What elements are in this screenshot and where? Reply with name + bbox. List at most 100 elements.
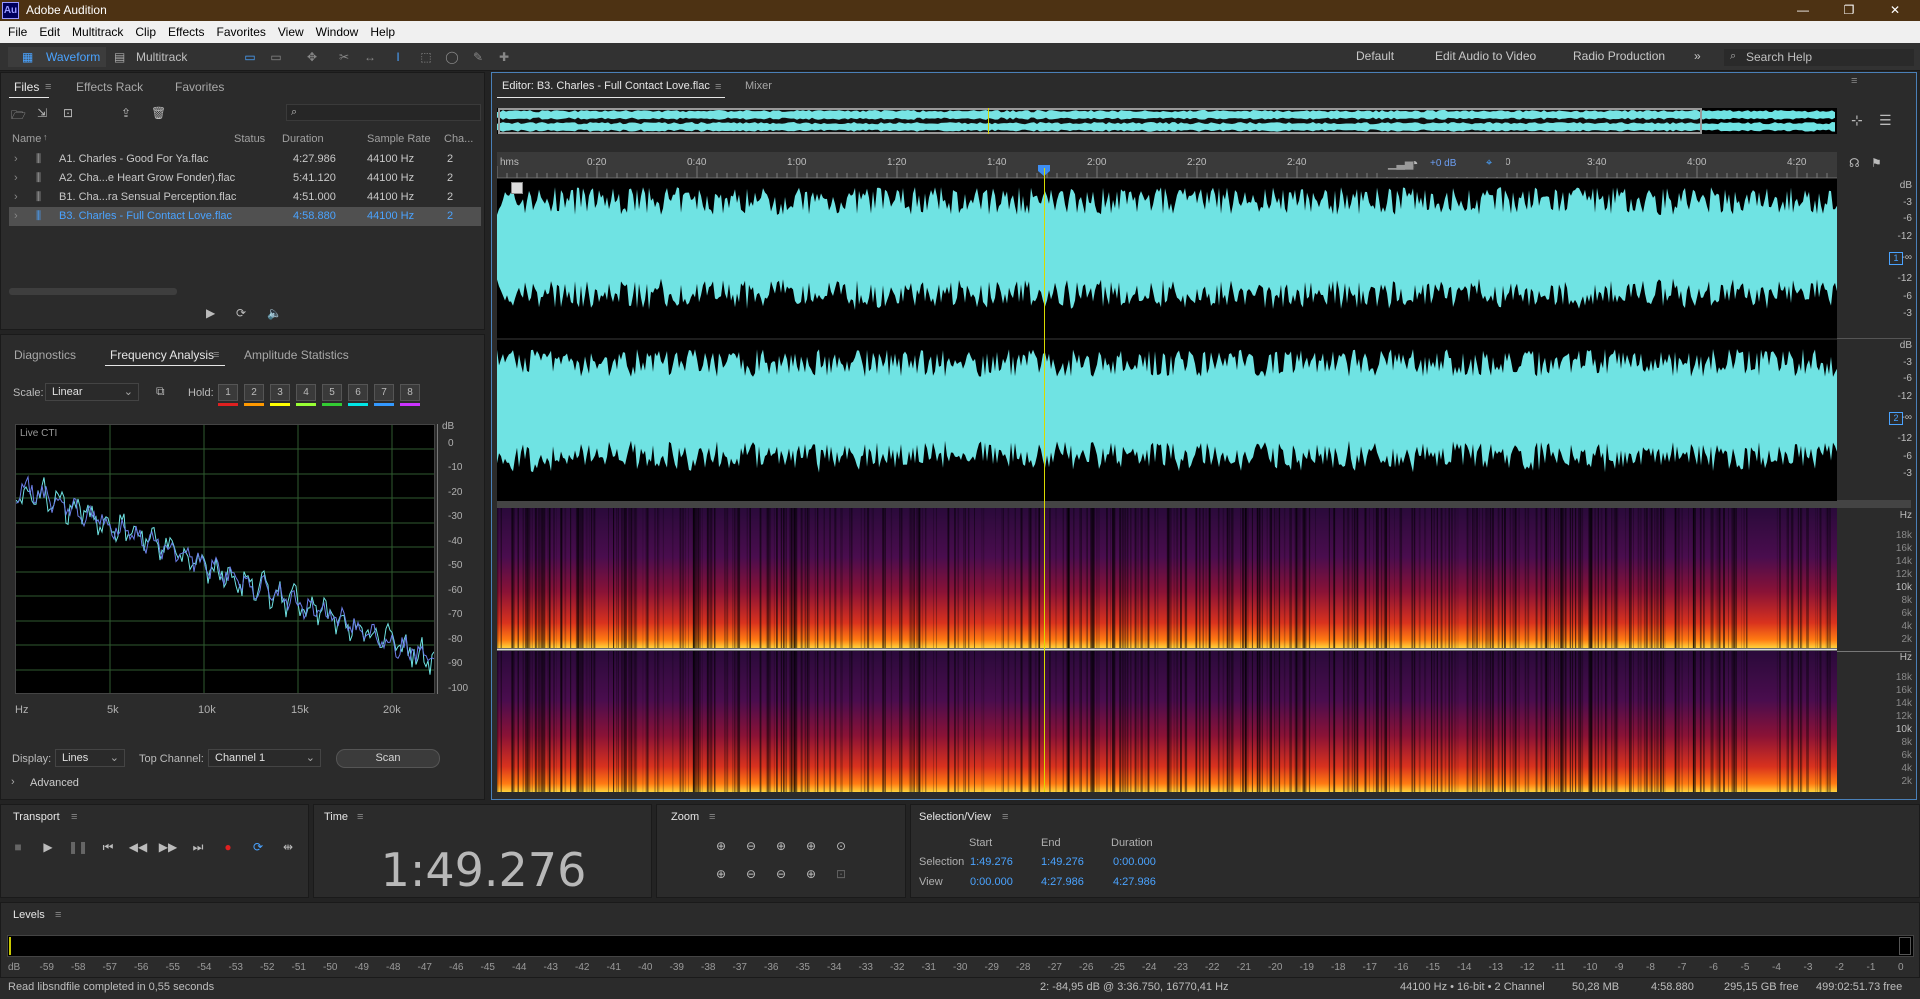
workspace-default[interactable]: Default xyxy=(1356,49,1394,63)
file-row[interactable]: › ⫼ B1. Cha...ra Sensual Perception.flac… xyxy=(9,188,481,207)
selection-end[interactable]: 1:49.276 xyxy=(1041,856,1084,868)
panel-menu-icon[interactable]: ≡ xyxy=(213,349,219,361)
zoom-out-amplitude-icon[interactable]: ⊖ xyxy=(740,836,762,856)
rewind-icon[interactable]: ◀◀ xyxy=(128,838,148,856)
hold-button-5[interactable]: 5 xyxy=(322,384,342,401)
expand-icon[interactable]: › xyxy=(14,153,18,165)
selection-duration[interactable]: 0:00.000 xyxy=(1113,856,1156,868)
loop-playback-icon[interactable]: ⟳ xyxy=(248,838,268,856)
zoom-out-time-icon[interactable]: ⊖ xyxy=(740,864,762,884)
tab-amplitude-statistics[interactable]: Amplitude Statistics xyxy=(244,348,349,362)
column-duration[interactable]: Duration xyxy=(282,133,324,145)
brush-tool-icon[interactable]: ✎ xyxy=(470,49,486,65)
panel-menu-icon[interactable]: ≡ xyxy=(709,811,715,823)
spectral-divider[interactable] xyxy=(497,501,1837,508)
view-duration[interactable]: 4:27.986 xyxy=(1113,876,1156,888)
panel-menu-icon[interactable]: ≡ xyxy=(1002,811,1008,823)
volume-knob-icon[interactable]: ◔ xyxy=(1410,155,1418,171)
column-channels[interactable]: Cha... xyxy=(444,133,473,145)
close-icon[interactable]: ✕ xyxy=(1872,0,1918,21)
search-help-input[interactable]: Search Help xyxy=(1724,49,1914,66)
zoom-navigator-icon[interactable]: ⊹ xyxy=(1851,112,1863,129)
panel-menu-icon[interactable]: ≡ xyxy=(1851,75,1857,87)
new-file-icon[interactable]: ⊡ xyxy=(63,106,73,120)
file-row[interactable]: › ⫼ A1. Charles - Good For Ya.flac 4:27.… xyxy=(9,150,481,169)
hold-button-8[interactable]: 8 xyxy=(400,384,420,401)
waveform-display[interactable] xyxy=(497,179,1837,501)
expand-icon[interactable]: › xyxy=(14,191,18,203)
marquee-tool-icon[interactable]: ⬚ xyxy=(418,49,434,65)
panel-menu-icon[interactable]: ≡ xyxy=(45,81,51,93)
hold-button-2[interactable]: 2 xyxy=(244,384,264,401)
pin-hud-icon[interactable]: ⌖ xyxy=(1486,157,1492,170)
zoom-in-time-icon[interactable]: ⊕ xyxy=(710,864,732,884)
menu-favorites[interactable]: Favorites xyxy=(211,21,272,43)
scan-button[interactable]: Scan xyxy=(336,749,440,768)
hold-button-4[interactable]: 4 xyxy=(296,384,316,401)
workspace-edit-audio-to-video[interactable]: Edit Audio to Video xyxy=(1435,49,1536,63)
top-channel-dropdown[interactable]: Channel 1 ⌄ xyxy=(208,749,321,767)
menu-help[interactable]: Help xyxy=(364,21,401,43)
lasso-tool-icon[interactable]: ◯ xyxy=(444,49,460,65)
channel-2-toggle[interactable]: 2 xyxy=(1889,412,1903,425)
panel-menu-icon[interactable]: ≡ xyxy=(55,909,61,921)
more-workspaces-icon[interactable]: » xyxy=(1694,49,1701,63)
hud-volume[interactable]: ▁▃▅ ◔ +0 dB ⌖ xyxy=(1378,153,1506,177)
view-end[interactable]: 4:27.986 xyxy=(1041,876,1084,888)
hold-button-1[interactable]: 1 xyxy=(218,384,238,401)
play-icon[interactable]: ▶ xyxy=(38,838,58,856)
hold-button-7[interactable]: 7 xyxy=(374,384,394,401)
zoom-in-at-in-point-icon[interactable]: ⊕ xyxy=(770,836,792,856)
channel-1-toggle[interactable]: 1 xyxy=(1889,252,1903,265)
tab-mixer[interactable]: Mixer xyxy=(745,80,772,92)
panel-menu-icon[interactable]: ≡ xyxy=(357,811,363,823)
view-start[interactable]: 0:00.000 xyxy=(970,876,1013,888)
column-sample-rate[interactable]: Sample Rate xyxy=(367,133,431,145)
tab-editor[interactable]: Editor: B3. Charles - Full Contact Love.… xyxy=(502,80,710,92)
clip-gain-icon[interactable] xyxy=(511,182,523,194)
horizontal-scrollbar[interactable] xyxy=(9,288,177,295)
tab-diagnostics[interactable]: Diagnostics xyxy=(14,348,76,362)
spectral-display[interactable] xyxy=(497,508,1837,792)
overview-view-range[interactable] xyxy=(498,108,1702,134)
expand-icon[interactable]: › xyxy=(14,172,18,184)
column-name[interactable]: Name xyxy=(12,133,41,145)
delete-icon[interactable]: 🗑 xyxy=(151,106,166,120)
zoom-out-full-icon[interactable]: ⊖ xyxy=(770,864,792,884)
hold-button-6[interactable]: 6 xyxy=(348,384,368,401)
move-to-next-icon[interactable]: ⏭ xyxy=(188,838,208,856)
stop-icon[interactable]: ■ xyxy=(8,838,28,856)
menu-effects[interactable]: Effects xyxy=(162,21,210,43)
file-row[interactable]: › ⫼ A2. Cha...e Heart Grow Fonder).flac … xyxy=(9,169,481,188)
record-icon[interactable]: ● xyxy=(218,838,238,856)
zoom-in-at-out-point-icon[interactable]: ⊕ xyxy=(800,836,822,856)
tab-frequency-analysis[interactable]: Frequency Analysis xyxy=(110,348,214,362)
scale-dropdown[interactable]: Linear ⌄ xyxy=(45,383,139,401)
tab-files[interactable]: Files xyxy=(14,80,39,94)
headphones-icon[interactable]: ☊ xyxy=(1849,156,1860,170)
razor-tool-icon[interactable]: ✂ xyxy=(336,49,352,65)
menu-edit[interactable]: Edit xyxy=(33,21,66,43)
marker-icon[interactable]: ⚑ xyxy=(1871,156,1882,170)
display-dropdown[interactable]: Lines ⌄ xyxy=(55,749,125,767)
hud-gain-value[interactable]: +0 dB xyxy=(1430,158,1456,169)
add-hold-icon[interactable]: ⧉ xyxy=(156,384,165,399)
panel-menu-icon[interactable]: ≡ xyxy=(715,81,721,93)
overview-waveform[interactable] xyxy=(497,108,1837,134)
hold-button-3[interactable]: 3 xyxy=(270,384,290,401)
files-search-input[interactable]: ⌕ xyxy=(286,104,481,121)
multitrack-view-button[interactable]: ▤ Multitrack xyxy=(112,47,208,67)
slip-tool-icon[interactable]: ↔ xyxy=(362,49,378,65)
move-tool-icon[interactable]: ✥ xyxy=(304,49,320,65)
autoplay-icon[interactable]: 🔈 xyxy=(267,306,282,320)
zoom-reset-icon[interactable]: ⊡ xyxy=(830,864,852,884)
advanced-label[interactable]: Advanced xyxy=(30,777,79,789)
spot-healing-icon[interactable]: ✚ xyxy=(496,49,512,65)
insert-into-multitrack-icon[interactable]: ⇪ xyxy=(121,106,131,120)
fast-forward-icon[interactable]: ▶▶ xyxy=(158,838,178,856)
import-file-icon[interactable]: ⇲ xyxy=(37,106,47,120)
play-preview-icon[interactable]: ▶ xyxy=(206,306,215,320)
zoom-selected-icon[interactable]: ⊕ xyxy=(800,864,822,884)
skip-selection-icon[interactable]: ⇹ xyxy=(278,838,298,856)
tab-effects-rack[interactable]: Effects Rack xyxy=(76,80,143,94)
